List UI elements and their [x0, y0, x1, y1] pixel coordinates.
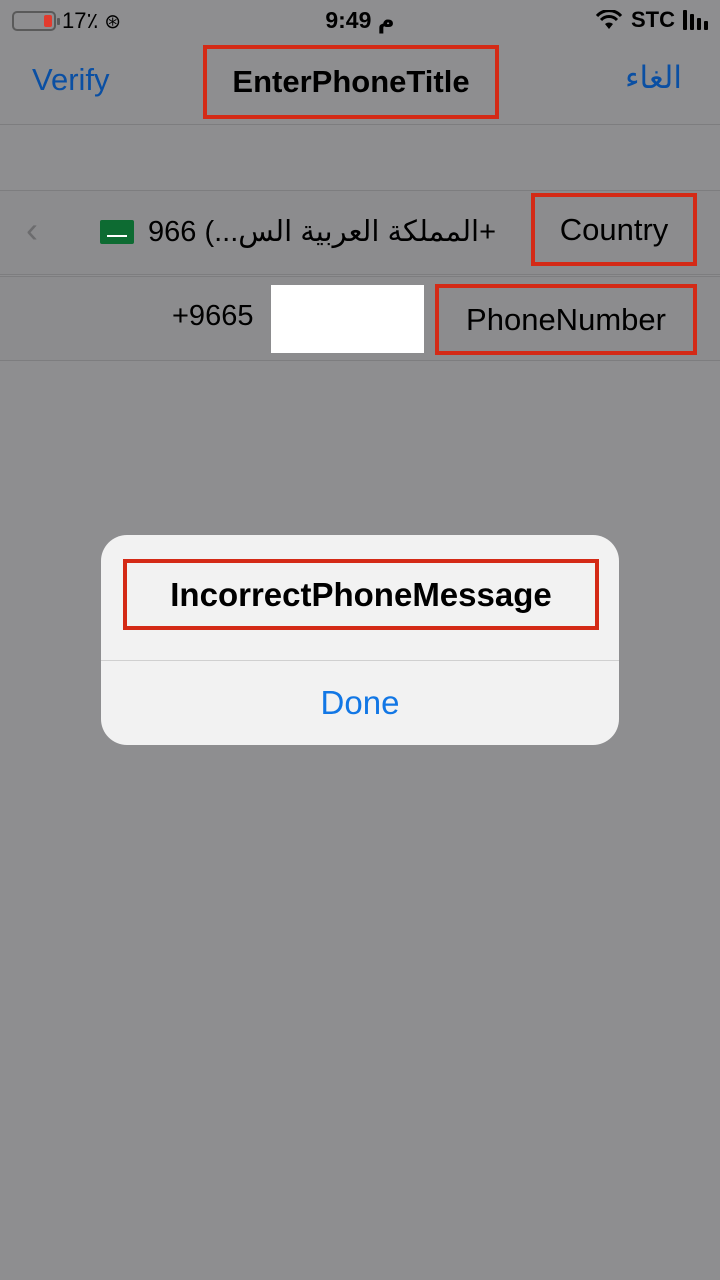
phone-number-label: PhoneNumber	[435, 284, 697, 355]
country-value: المملكة العربية الس...) 966+	[148, 216, 497, 248]
chevron-left-icon: ‹	[26, 209, 38, 250]
signal-icon	[683, 10, 708, 30]
country-label: Country	[531, 193, 697, 266]
wifi-icon	[595, 10, 623, 29]
page-title: EnterPhoneTitle	[203, 45, 499, 119]
phone-number-input[interactable]	[271, 285, 424, 353]
verify-button[interactable]: Verify	[32, 62, 110, 98]
done-button[interactable]: Done	[101, 661, 619, 745]
status-bar: 17٪ ⊛ 9:49 م STC	[0, 0, 720, 40]
carrier-name: STC	[631, 7, 675, 32]
navigation-bar: Verify EnterPhoneTitle الغاء	[0, 40, 720, 125]
cancel-button[interactable]: الغاء	[625, 60, 682, 96]
phone-prefix: +9665	[172, 300, 254, 332]
alert-message: IncorrectPhoneMessage	[123, 559, 599, 630]
status-right: STC	[595, 7, 708, 33]
alert-dialog: IncorrectPhoneMessage Done	[101, 535, 619, 745]
saudi-arabia-flag-icon	[100, 220, 134, 244]
